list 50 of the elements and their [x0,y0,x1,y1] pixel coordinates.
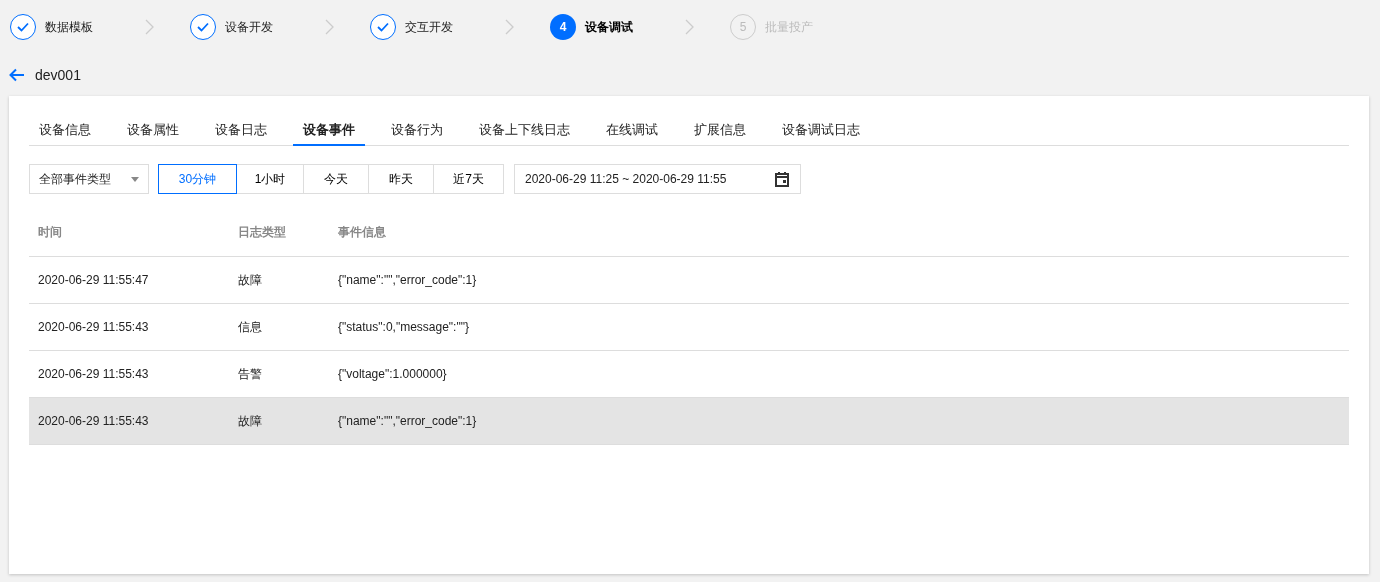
caret-icon [131,176,139,182]
back-arrow-icon[interactable] [9,68,25,82]
step-label: 数据模板 [45,19,94,36]
table-cell: 告警 [229,350,329,397]
time-range-button[interactable]: 近7天 [433,164,504,194]
table-row[interactable]: 2020-06-29 11:55:43 故障 {"name":"","error_code":1} [29,397,1349,444]
step-label: 设备开发 [225,19,274,36]
tab[interactable]: 设备事件 [293,116,365,146]
time-range-button[interactable]: 昨天 [368,164,434,194]
column-header: 事件信息 [329,208,1349,256]
table-cell: {"voltage":1.000000} [329,350,1349,397]
step-circle: 4 [550,14,576,40]
table-cell: {"name":"","error_code":1} [329,256,1349,303]
table-row[interactable]: 2020-06-29 11:55:47 故障 {"name":"","error_code":1} [29,256,1349,303]
time-range-button[interactable]: 30分钟 [158,164,237,194]
table-cell: 2020-06-29 11:55:43 [29,303,229,350]
table-cell: {"name":"","error_code":1} [329,397,1349,444]
tab[interactable]: 扩展信息 [684,116,756,146]
calendar-icon [774,171,790,187]
table-row[interactable]: 2020-06-29 11:55:43 信息 {"status":0,"message":""} [29,303,1349,350]
table-cell: 2020-06-29 11:55:43 [29,350,229,397]
column-header: 时间 [29,208,229,256]
step-label: 交互开发 [405,19,454,36]
table-cell: 2020-06-29 11:55:47 [29,256,229,303]
tab[interactable]: 设备行为 [381,116,453,146]
time-range-button[interactable]: 今天 [303,164,369,194]
tab[interactable]: 在线调试 [596,116,668,146]
chevron-icon [145,19,154,35]
tab[interactable]: 设备信息 [29,116,101,146]
tab[interactable]: 设备日志 [205,116,277,146]
date-range-field[interactable]: 2020-06-29 11:25 ~ 2020-06-29 11:55 [514,164,801,194]
column-header: 日志类型 [229,208,329,256]
table-cell: 信息 [229,303,329,350]
time-range-button[interactable]: 1小时 [236,164,304,194]
table-cell: 故障 [229,397,329,444]
chevron-icon [325,19,334,35]
table-cell: 故障 [229,256,329,303]
select-value: 全部事件类型 [39,171,111,188]
table-cell: 2020-06-29 11:55:43 [29,397,229,444]
tab[interactable]: 设备调试日志 [772,116,870,146]
event-type-select[interactable]: 全部事件类型 [29,164,149,194]
step-label: 设备调试 [585,19,634,36]
chevron-icon [505,19,514,35]
tab[interactable]: 设备属性 [117,116,189,146]
chevron-icon [685,19,694,35]
device-name: dev001 [35,65,81,85]
date-range-value: 2020-06-29 11:25 ~ 2020-06-29 11:55 [525,171,727,188]
table-cell: {"status":0,"message":""} [329,303,1349,350]
tab[interactable]: 设备上下线日志 [469,116,580,146]
table-row[interactable]: 2020-06-29 11:55:43 告警 {"voltage":1.000000} [29,350,1349,397]
